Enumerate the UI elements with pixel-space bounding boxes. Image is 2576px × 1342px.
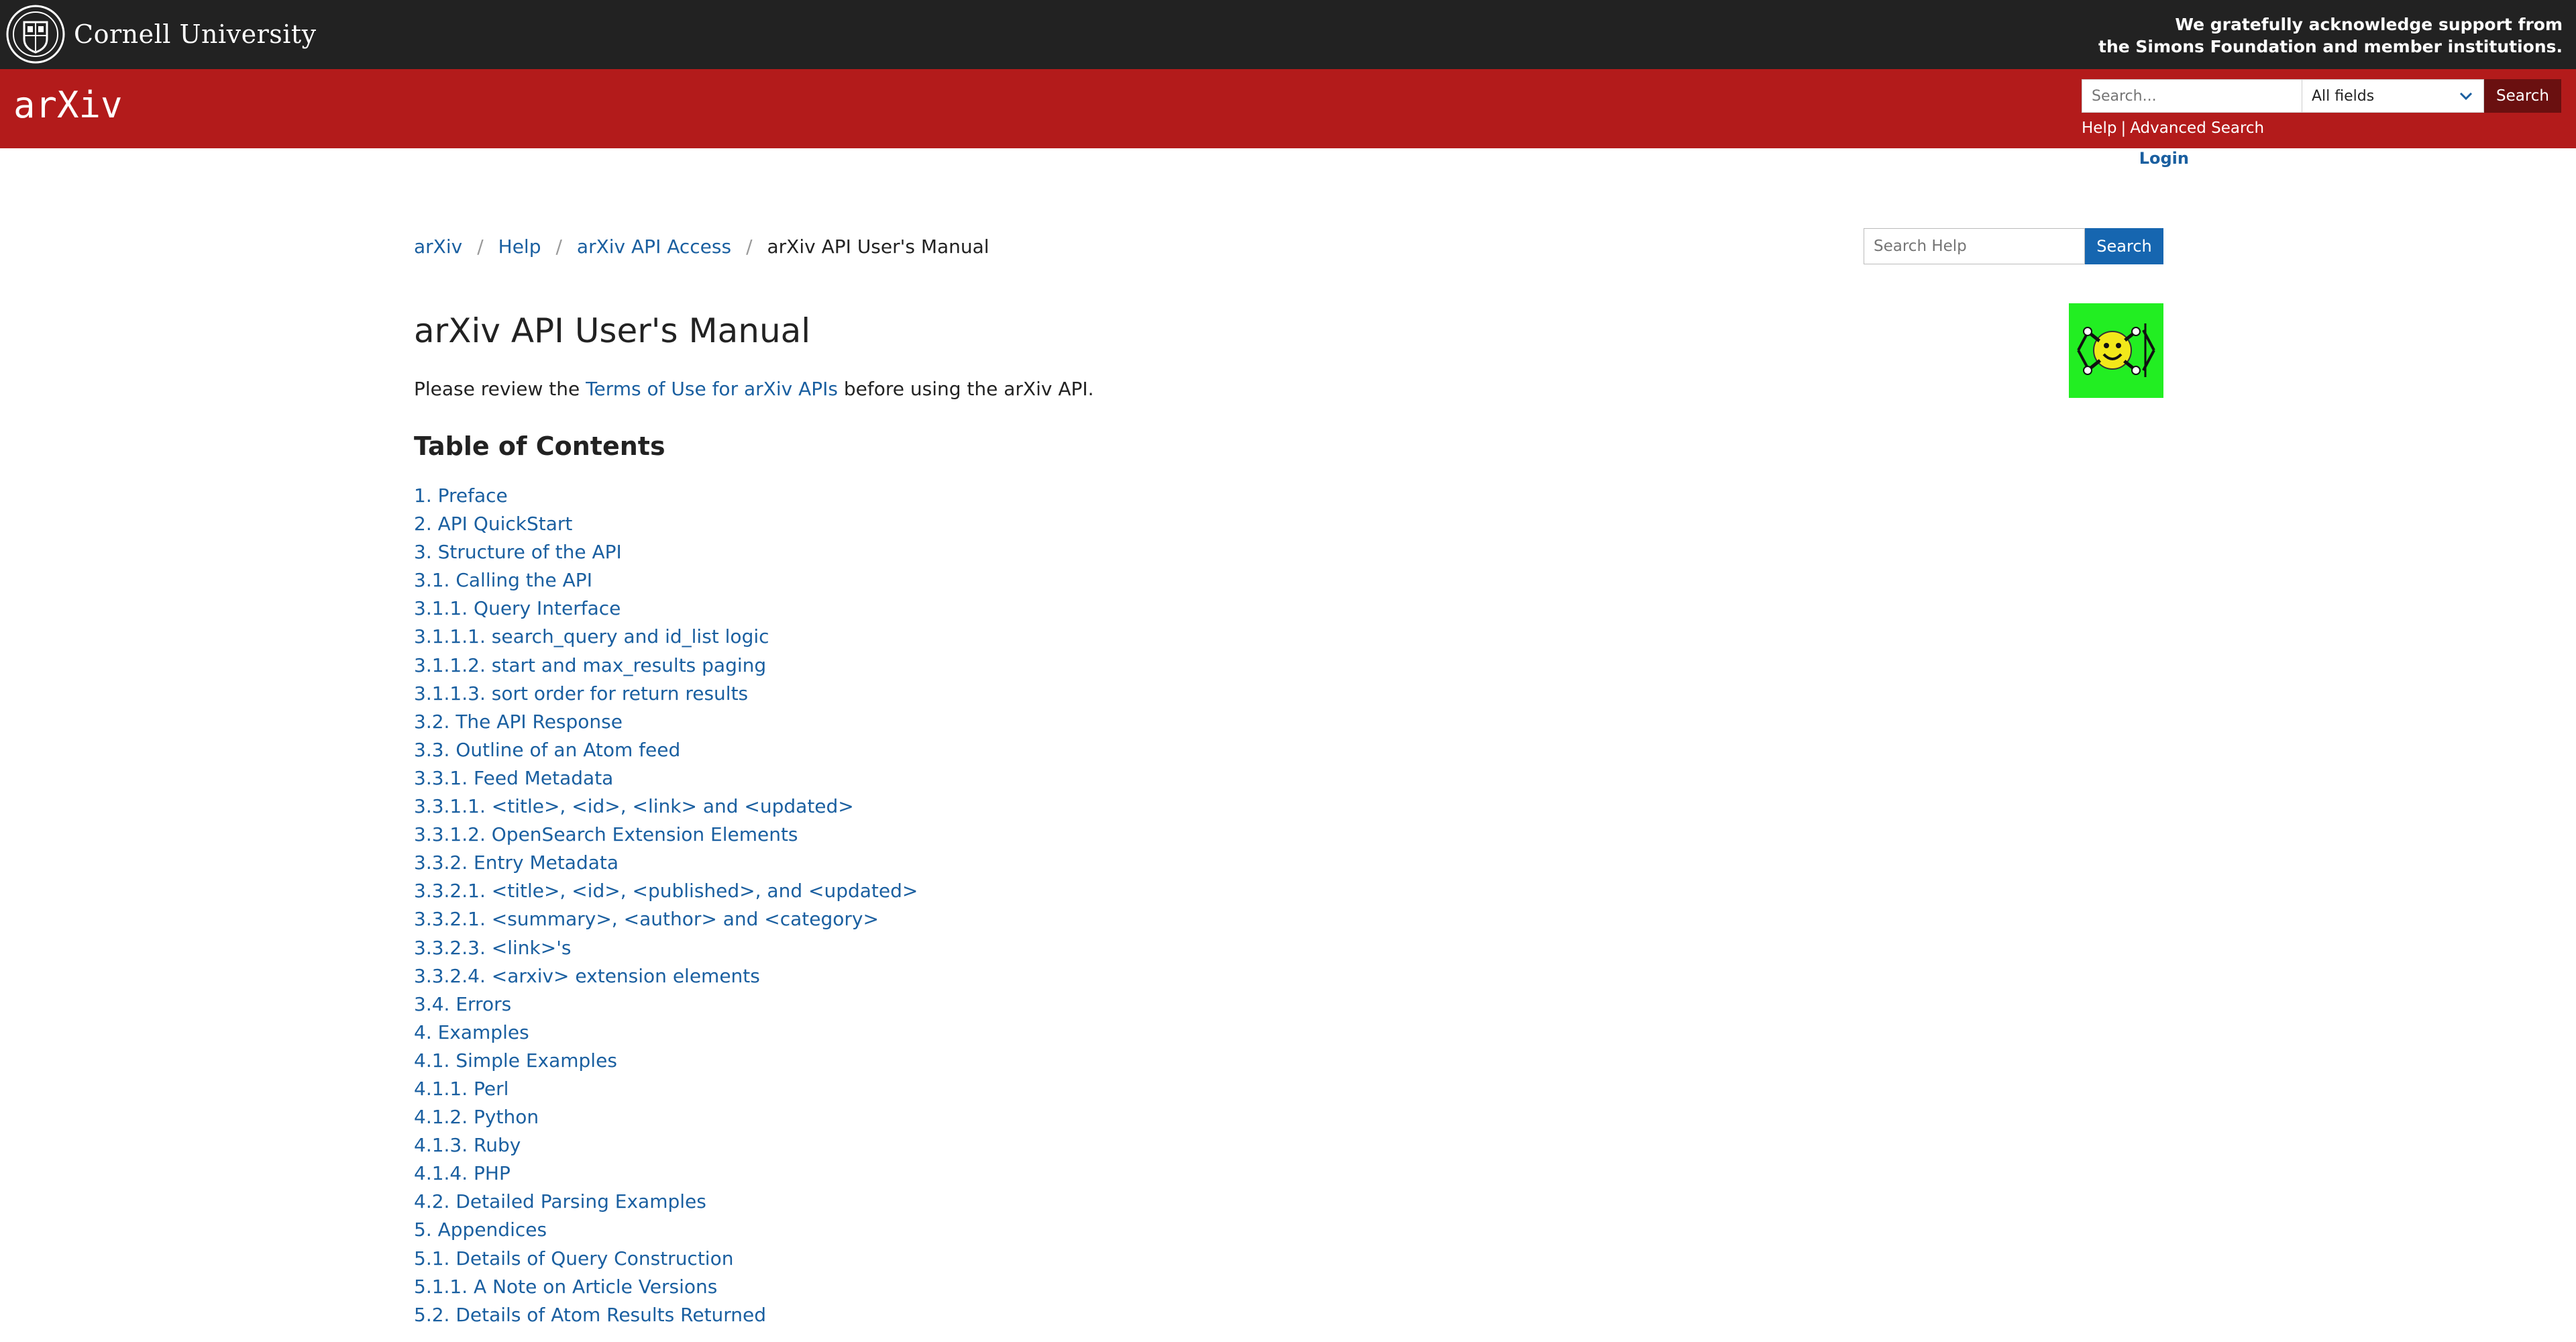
login-link[interactable]: Login (2139, 149, 2189, 168)
toc-link[interactable]: 4.2. Detailed Parsing Examples (414, 1188, 2163, 1216)
help-search: Search (1864, 228, 2163, 264)
toc-link[interactable]: 3.3.2.4. <arxiv> extension elements (414, 962, 2163, 990)
page-title: arXiv API User's Manual (414, 311, 811, 350)
toc-link[interactable]: 3.3.1.1. <title>, <id>, <link> and <upda… (414, 792, 2163, 821)
breadcrumb-current: arXiv API User's Manual (767, 235, 989, 258)
cornell-seal-icon (6, 5, 65, 64)
header-sub-links: Help | Advanced Search (2082, 119, 2561, 137)
breadcrumb-separator: / (555, 235, 562, 258)
arxiv-logo[interactable]: arXiv (12, 79, 133, 132)
table-of-contents: 1. Preface 2. API QuickStart 3. Structur… (414, 482, 2163, 1329)
breadcrumb-separator: / (477, 235, 484, 258)
arxiv-logo-text: arXiv (13, 84, 123, 126)
search-input[interactable] (2082, 79, 2302, 113)
search-field-select[interactable]: All fields (2302, 79, 2484, 113)
toc-link[interactable]: 5. Appendices (414, 1216, 2163, 1244)
toc-link[interactable]: 5.1. Details of Query Construction (414, 1245, 2163, 1273)
toc-link[interactable]: 3.2. The API Response (414, 708, 2163, 736)
toc-link[interactable]: 3.3. Outline of an Atom feed (414, 736, 2163, 764)
toc-link[interactable]: 4.1.1. Perl (414, 1075, 2163, 1103)
intro-text-before: Please review the (414, 378, 586, 400)
api-smiley-logo (2069, 303, 2163, 398)
arxiv-header: arXiv All fields Search Help |Advanced Se… (0, 69, 2576, 148)
ack-line-1: We gratefully acknowledge support from (2175, 15, 2563, 34)
toc-link[interactable]: 3.4. Errors (414, 990, 2163, 1019)
toc-link[interactable]: 3. Structure of the API (414, 538, 2163, 566)
main-content: arXiv / Help / arXiv API Access / arXiv … (414, 221, 2163, 1329)
toc-heading: Table of Contents (414, 431, 665, 461)
header-search-area: All fields Search Help |Advanced Search (2082, 79, 2561, 137)
help-link[interactable]: Help (2082, 119, 2116, 137)
search-button[interactable]: Search (2484, 79, 2561, 113)
toc-link[interactable]: 3.3.2.1. <summary>, <author> and <catego… (414, 905, 2163, 933)
cornell-logo-link[interactable]: Cornell University (5, 4, 317, 64)
toc-link[interactable]: 3.1.1.3. sort order for return results (414, 680, 2163, 708)
cornell-name: Cornell University (74, 19, 317, 49)
toc-link[interactable]: 3.1. Calling the API (414, 566, 2163, 595)
toc-link[interactable]: 2. API QuickStart (414, 510, 2163, 538)
support-acknowledgement: We gratefully acknowledge support from t… (2098, 13, 2563, 58)
search-field-value: All fields (2312, 87, 2375, 105)
cornell-bar: Cornell University We gratefully acknowl… (0, 0, 2576, 69)
toc-link[interactable]: 4.1.4. PHP (414, 1159, 2163, 1188)
toc-link[interactable]: 5.1.1. A Note on Article Versions (414, 1273, 2163, 1301)
toc-link[interactable]: 4.1.3. Ruby (414, 1131, 2163, 1159)
toc-link[interactable]: 3.1.1.1. search_query and id_list logic (414, 623, 2163, 651)
breadcrumb-arxiv[interactable]: arXiv (414, 236, 462, 258)
toc-link[interactable]: 3.1.1.2. start and max_results paging (414, 652, 2163, 680)
terms-of-use-link[interactable]: Terms of Use for arXiv APIs (586, 378, 838, 400)
chevron-down-icon (2459, 92, 2473, 101)
help-search-input[interactable] (1864, 228, 2085, 264)
link-separator: | (2121, 119, 2127, 137)
breadcrumb-separator: / (746, 235, 753, 258)
help-search-button[interactable]: Search (2085, 228, 2163, 264)
ack-line-2: the Simons Foundation and member institu… (2098, 37, 2563, 56)
header-search-row: All fields Search (2082, 79, 2561, 113)
toc-link[interactable]: 5.2. Details of Atom Results Returned (414, 1301, 2163, 1329)
toc-link[interactable]: 3.3.2.1. <title>, <id>, <published>, and… (414, 877, 2163, 905)
toc-link[interactable]: 1. Preface (414, 482, 2163, 510)
toc-link[interactable]: 4. Examples (414, 1019, 2163, 1047)
advanced-search-link[interactable]: Advanced Search (2130, 119, 2264, 137)
toc-link[interactable]: 3.3.2.3. <link>'s (414, 934, 2163, 962)
breadcrumb-api-access[interactable]: arXiv API Access (577, 236, 731, 258)
toc-link[interactable]: 3.3.1. Feed Metadata (414, 764, 2163, 792)
intro-text-after: before using the arXiv API. (837, 378, 1094, 400)
toc-link[interactable]: 3.1.1. Query Interface (414, 595, 2163, 623)
intro-paragraph: Please review the Terms of Use for arXiv… (414, 376, 2163, 403)
toc-link[interactable]: 4.1.2. Python (414, 1103, 2163, 1131)
toc-link[interactable]: 3.3.2. Entry Metadata (414, 849, 2163, 877)
toc-link[interactable]: 4.1. Simple Examples (414, 1047, 2163, 1075)
toc-link[interactable]: 3.3.1.2. OpenSearch Extension Elements (414, 821, 2163, 849)
breadcrumb-help[interactable]: Help (498, 236, 541, 258)
